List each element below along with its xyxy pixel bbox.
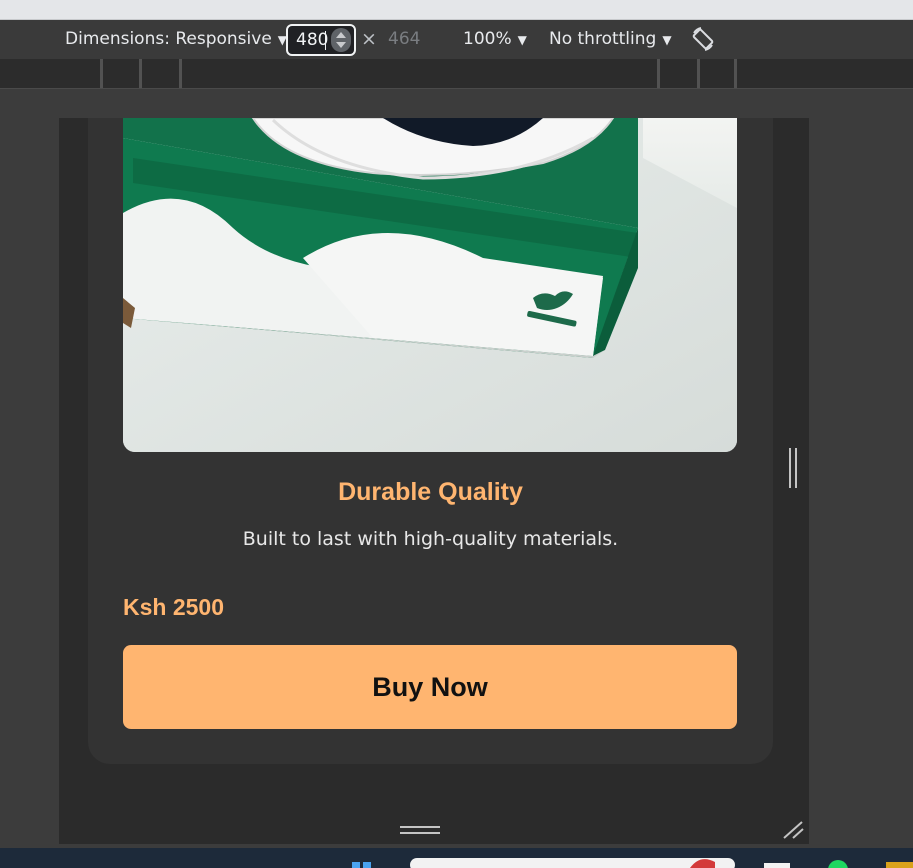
corner-resize-icon[interactable] (782, 820, 806, 840)
card-description: Built to last with high-quality material… (242, 528, 619, 550)
chevron-down-icon: ▼ (662, 33, 672, 47)
dimensions-dropdown[interactable]: Dimensions: Responsive ▼ (65, 20, 287, 59)
windows-start-icon[interactable] (352, 862, 360, 868)
device-viewport: Durable Quality Built to last with high-… (59, 118, 809, 844)
ruler-tick (179, 59, 182, 88)
spin-up-icon[interactable] (336, 32, 346, 38)
ruler-tick (100, 59, 103, 88)
taskbar-app-icon[interactable] (886, 862, 913, 868)
ruler-tick (734, 59, 737, 88)
text-cursor (325, 31, 326, 50)
device-toolbar: Dimensions: Responsive ▼ 480 × 464 100% ▼ … (0, 20, 913, 59)
ruler-tick (697, 59, 700, 88)
times-icon: × (361, 28, 377, 50)
right-resize-handle[interactable] (789, 448, 798, 488)
taskbar-app-icon[interactable] (764, 863, 790, 868)
taskbar-search-box[interactable] (410, 858, 735, 868)
media-query-bar[interactable] (0, 59, 913, 89)
throttling-dropdown[interactable]: No throttling ▼ (549, 20, 672, 59)
product-card: Durable Quality Built to last with high-… (88, 118, 773, 764)
browser-top-strip (0, 0, 913, 20)
height-input[interactable]: 464 (388, 20, 420, 59)
os-taskbar (0, 848, 913, 868)
zoom-label: 100% (463, 29, 512, 49)
product-image (123, 118, 737, 452)
ruler-tick (139, 59, 142, 88)
chevron-down-icon: ▼ (517, 33, 527, 47)
zoom-dropdown[interactable]: 100% ▼ (463, 20, 527, 59)
width-spinner[interactable] (331, 28, 351, 52)
width-value: 480 (296, 30, 329, 50)
throttling-label: No throttling (549, 29, 657, 49)
dimensions-label: Dimensions: Responsive (65, 29, 272, 49)
buy-now-button[interactable]: Buy Now (123, 645, 737, 729)
rotate-icon[interactable] (688, 24, 718, 54)
product-price: Ksh 2500 (123, 594, 225, 620)
ruler-tick (657, 59, 660, 88)
spin-down-icon[interactable] (336, 42, 346, 48)
bottom-resize-handle[interactable] (400, 826, 440, 836)
spotify-icon[interactable] (828, 860, 848, 868)
width-input[interactable]: 480 (286, 24, 356, 56)
card-title: Durable Quality (338, 478, 523, 506)
